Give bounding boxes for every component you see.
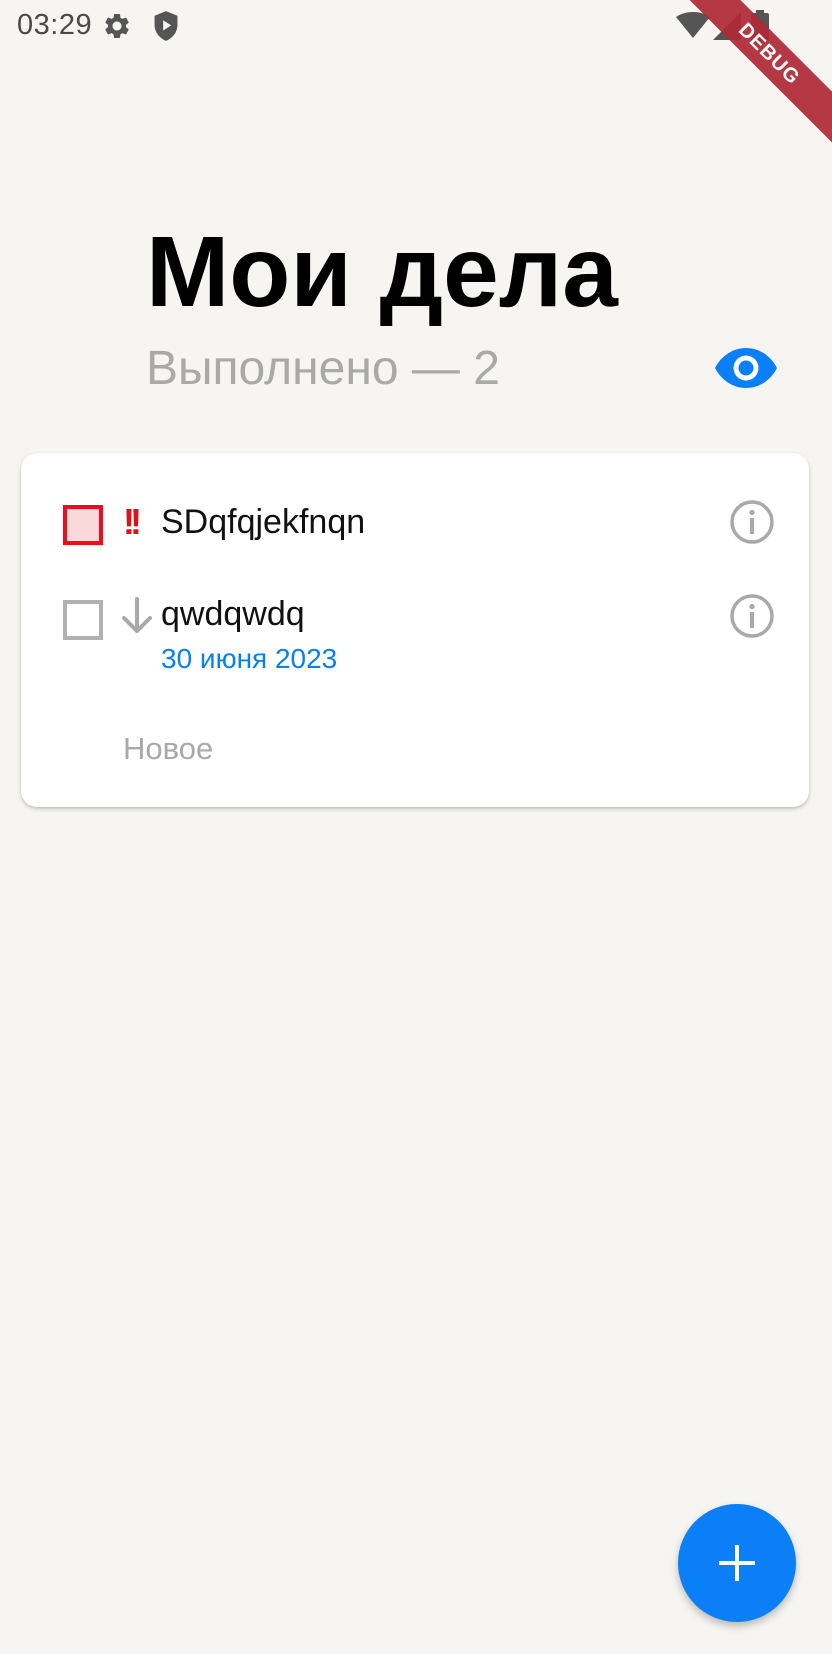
task-checkbox[interactable] (63, 600, 103, 640)
task-checkbox[interactable] (63, 505, 103, 545)
info-icon[interactable] (729, 593, 775, 639)
new-task-input[interactable]: Новое (123, 731, 213, 767)
status-time: 03:29 (17, 9, 93, 41)
task-list-card: !! SDqfqjekfnqn qwdqwdq 30 июня 2023 Нов… (21, 453, 809, 807)
completed-count: Выполнено — 2 (146, 342, 500, 395)
task-text[interactable]: SDqfqjekfnqn (161, 503, 365, 542)
plus-icon (719, 1545, 755, 1581)
task-item[interactable]: qwdqwdq 30 июня 2023 (21, 543, 809, 674)
page-title: Мои дела (146, 216, 618, 328)
arrow-down-icon (122, 597, 152, 633)
task-deadline: 30 июня 2023 (161, 643, 338, 674)
task-text[interactable]: qwdqwdq (161, 595, 305, 634)
eye-icon[interactable] (714, 345, 778, 391)
add-task-button[interactable] (678, 1504, 796, 1622)
gear-icon (105, 13, 129, 38)
task-item[interactable]: !! SDqfqjekfnqn (21, 453, 809, 545)
info-icon[interactable] (729, 499, 775, 545)
shield-icon (154, 11, 178, 41)
priority-high-icon: !! (123, 501, 142, 542)
